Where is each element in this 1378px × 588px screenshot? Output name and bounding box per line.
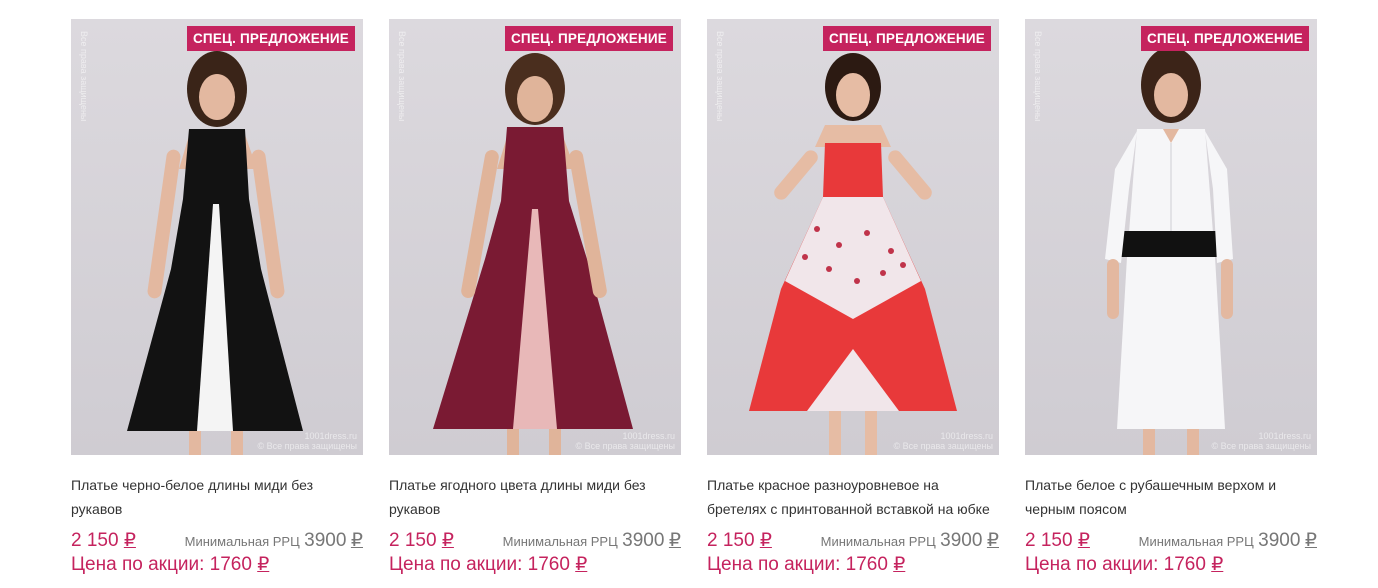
rrp-value: 3900 bbox=[940, 530, 983, 551]
watermark-side: Все права защищены bbox=[1033, 31, 1043, 122]
rrp-label: Минимальная РРЦ bbox=[1138, 534, 1254, 549]
dress-figure-black-white bbox=[127, 51, 303, 455]
rrp-value: 3900 bbox=[1258, 530, 1301, 551]
rrp-label: Минимальная РРЦ bbox=[184, 534, 300, 549]
product-card[interactable]: Все права защищены 1001dress.ru © Все пр… bbox=[71, 19, 363, 576]
watermark-bottom: 1001dress.ru © Все права защищены bbox=[257, 431, 357, 451]
promo-price: Цена по акции: 1760 ₽ bbox=[1025, 554, 1224, 575]
watermark-side: Все права защищены bbox=[79, 31, 89, 122]
watermark-bottom: 1001dress.ru © Все права защищены bbox=[575, 431, 675, 451]
watermark-bottom: 1001dress.ru © Все права защищены bbox=[893, 431, 993, 451]
dress-figure-berry bbox=[433, 53, 633, 455]
watermark-side: Все права защищены bbox=[715, 31, 725, 122]
ruble-icon: ₽ bbox=[1304, 530, 1317, 551]
rrp-value: 3900 bbox=[304, 530, 347, 551]
price: 2 150 ₽ bbox=[71, 530, 136, 551]
price-row: 2 150 ₽ Минимальная РРЦ 3900 ₽ bbox=[71, 529, 363, 551]
product-grid: Все права защищены 1001dress.ru © Все пр… bbox=[71, 19, 1317, 576]
product-image[interactable]: Все права защищены 1001dress.ru © Все пр… bbox=[707, 19, 999, 455]
price: 2 150 ₽ bbox=[389, 530, 454, 551]
product-card[interactable]: Все права защищены 1001dress.ru © Все пр… bbox=[707, 19, 999, 576]
ruble-icon: ₽ bbox=[668, 530, 681, 551]
product-card[interactable]: Все права защищены 1001dress.ru © Все пр… bbox=[1025, 19, 1317, 576]
price-row: 2 150 ₽ Минимальная РРЦ 3900 ₽ bbox=[707, 529, 999, 551]
rrp: Минимальная РРЦ 3900 ₽ bbox=[185, 529, 363, 552]
ruble-icon: ₽ bbox=[893, 554, 906, 575]
price-row: 2 150 ₽ Минимальная РРЦ 3900 ₽ bbox=[1025, 529, 1317, 551]
promo-price: Цена по акции: 1760 ₽ bbox=[707, 554, 906, 575]
product-image[interactable]: Все права защищены 1001dress.ru © Все пр… bbox=[1025, 19, 1317, 455]
product-name[interactable]: Платье ягодного цвета длины миди без рук… bbox=[389, 473, 681, 521]
product-image[interactable]: Все права защищены 1001dress.ru © Все пр… bbox=[71, 19, 363, 455]
price: 2 150 ₽ bbox=[707, 530, 772, 551]
ruble-icon: ₽ bbox=[1077, 530, 1090, 551]
rrp: Минимальная РРЦ 3900 ₽ bbox=[821, 529, 999, 552]
ruble-icon: ₽ bbox=[986, 530, 999, 551]
ruble-icon: ₽ bbox=[759, 530, 772, 551]
price: 2 150 ₽ bbox=[1025, 530, 1090, 551]
price-row: 2 150 ₽ Минимальная РРЦ 3900 ₽ bbox=[389, 529, 681, 551]
watermark-side: Все права защищены bbox=[397, 31, 407, 122]
special-offer-badge: Спец. предложение bbox=[504, 26, 673, 51]
product-name[interactable]: Платье белое с рубашечным верхом и черны… bbox=[1025, 473, 1317, 521]
product-name[interactable]: Платье черно-белое длины миди без рукаво… bbox=[71, 473, 363, 521]
ruble-icon: ₽ bbox=[123, 530, 136, 551]
product-image[interactable]: Все права защищены 1001dress.ru © Все пр… bbox=[389, 19, 681, 455]
rrp: Минимальная РРЦ 3900 ₽ bbox=[1139, 529, 1317, 552]
promo-price: Цена по акции: 1760 ₽ bbox=[71, 554, 270, 575]
product-card[interactable]: Все права защищены 1001dress.ru © Все пр… bbox=[389, 19, 681, 576]
dress-figure-red-print bbox=[749, 53, 957, 455]
rrp: Минимальная РРЦ 3900 ₽ bbox=[503, 529, 681, 552]
special-offer-badge: Спец. предложение bbox=[186, 26, 355, 51]
promo-price: Цена по акции: 1760 ₽ bbox=[389, 554, 588, 575]
ruble-icon: ₽ bbox=[575, 554, 588, 575]
dress-figure-white-shirt bbox=[1105, 47, 1233, 455]
rrp-value: 3900 bbox=[622, 530, 665, 551]
special-offer-badge: Спец. предложение bbox=[1140, 26, 1309, 51]
ruble-icon: ₽ bbox=[1211, 554, 1224, 575]
rrp-label: Минимальная РРЦ bbox=[502, 534, 618, 549]
ruble-icon: ₽ bbox=[441, 530, 454, 551]
special-offer-badge: Спец. предложение bbox=[822, 26, 991, 51]
ruble-icon: ₽ bbox=[257, 554, 270, 575]
product-name[interactable]: Платье красное разноуровневое на бретеля… bbox=[707, 473, 999, 521]
watermark-bottom: 1001dress.ru © Все права защищены bbox=[1211, 431, 1311, 451]
rrp-label: Минимальная РРЦ bbox=[820, 534, 936, 549]
ruble-icon: ₽ bbox=[350, 530, 363, 551]
